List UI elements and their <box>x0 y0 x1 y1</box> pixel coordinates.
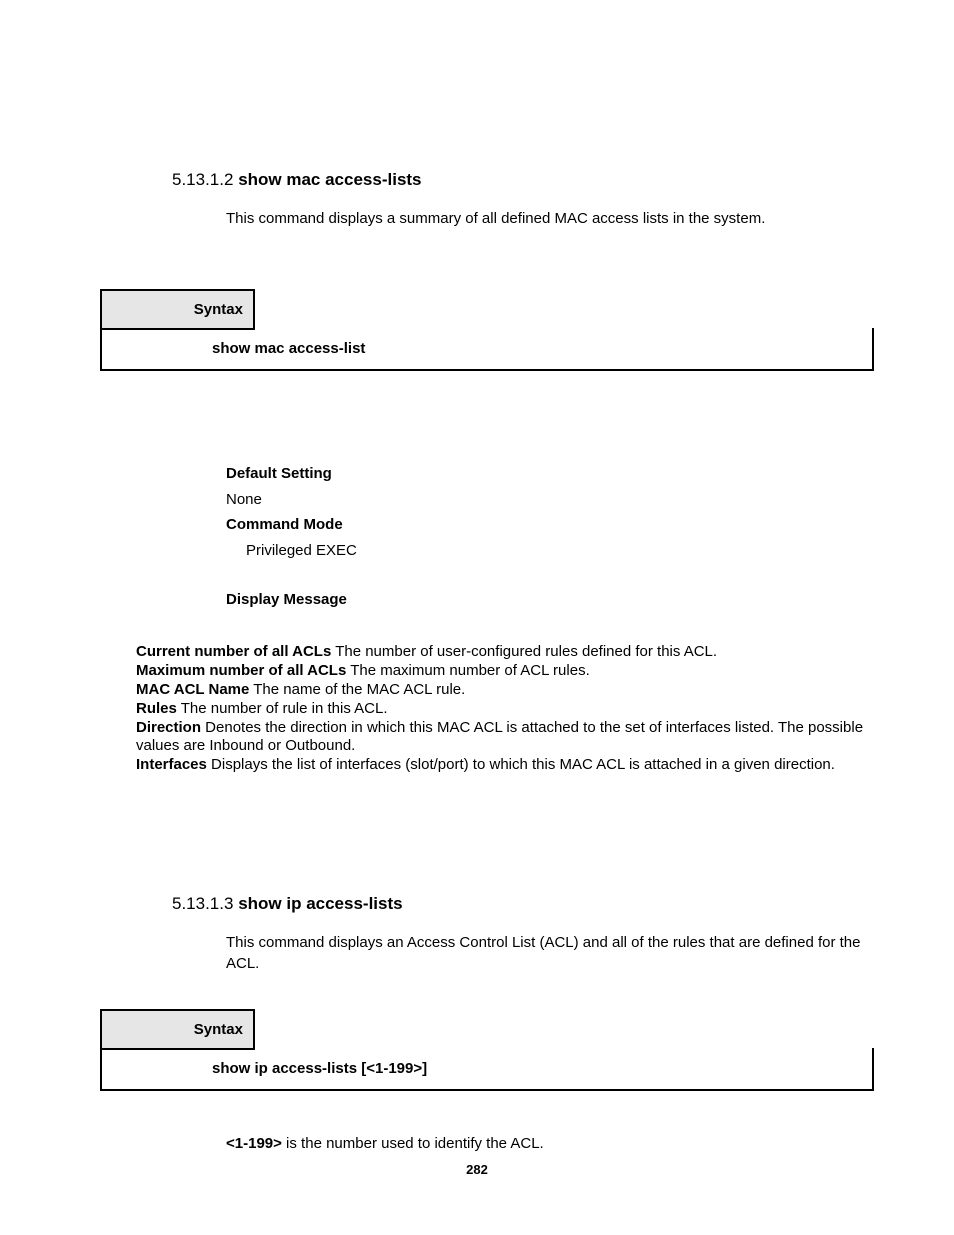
display-message-list: Current number of all ACLs The number of… <box>136 643 874 774</box>
page-number: 282 <box>0 1162 954 1177</box>
display-item: Rules The number of rule in this ACL. <box>136 700 874 718</box>
display-item-text: The number of rule in this ACL. <box>177 700 388 717</box>
display-item: Current number of all ACLs The number of… <box>136 643 874 661</box>
syntax-body: show ip access-lists [<1-199>] <box>100 1048 874 1091</box>
syntax-block-1: Syntax show mac access-list <box>100 289 874 371</box>
default-setting-value: None <box>226 487 874 513</box>
display-item-label: Interfaces <box>136 756 207 773</box>
syntax-block-2: Syntax show ip access-lists [<1-199>] <box>100 1009 874 1091</box>
param-label: <1-199> <box>226 1135 282 1152</box>
display-item-label: Direction <box>136 719 201 736</box>
details-block-1: Default Setting None Command Mode Privil… <box>226 461 874 613</box>
parameter-description: <1-199> is the number used to identify t… <box>226 1135 874 1152</box>
section-number: 5.13.1.3 <box>172 894 233 913</box>
display-item-label: MAC ACL Name <box>136 681 249 698</box>
section-title: show ip access-lists <box>238 894 402 913</box>
syntax-body: show mac access-list <box>100 328 874 371</box>
display-item-label: Current number of all ACLs <box>136 643 331 660</box>
syntax-label: Syntax <box>100 1009 255 1050</box>
display-item-label: Rules <box>136 700 177 717</box>
section-description-1: This command displays a summary of all d… <box>226 208 874 229</box>
display-message-label: Display Message <box>226 587 874 613</box>
section-description-2: This command displays an Access Control … <box>226 932 874 974</box>
default-setting-label: Default Setting <box>226 461 874 487</box>
syntax-label: Syntax <box>100 289 255 330</box>
param-text: is the number used to identify the ACL. <box>282 1135 544 1152</box>
display-item: Maximum number of all ACLs The maximum n… <box>136 662 874 680</box>
section-title: show mac access-lists <box>238 170 421 189</box>
display-item: Direction Denotes the direction in which… <box>136 719 874 755</box>
section-heading-2: 5.13.1.3 show ip access-lists <box>172 894 874 914</box>
display-item-label: Maximum number of all ACLs <box>136 662 346 679</box>
section-heading-1: 5.13.1.2 show mac access-lists <box>172 170 874 190</box>
display-item-text: Denotes the direction in which this MAC … <box>136 719 863 754</box>
display-item: Interfaces Displays the list of interfac… <box>136 756 874 774</box>
display-item-text: The name of the MAC ACL rule. <box>249 681 465 698</box>
command-mode-label: Command Mode <box>226 512 874 538</box>
section-number: 5.13.1.2 <box>172 170 233 189</box>
display-item-text: Displays the list of interfaces (slot/po… <box>207 756 835 773</box>
command-mode-value: Privileged EXEC <box>226 538 874 564</box>
display-item-text: The maximum number of ACL rules. <box>346 662 589 679</box>
display-item: MAC ACL Name The name of the MAC ACL rul… <box>136 681 874 699</box>
display-item-text: The number of user-configured rules defi… <box>331 643 717 660</box>
